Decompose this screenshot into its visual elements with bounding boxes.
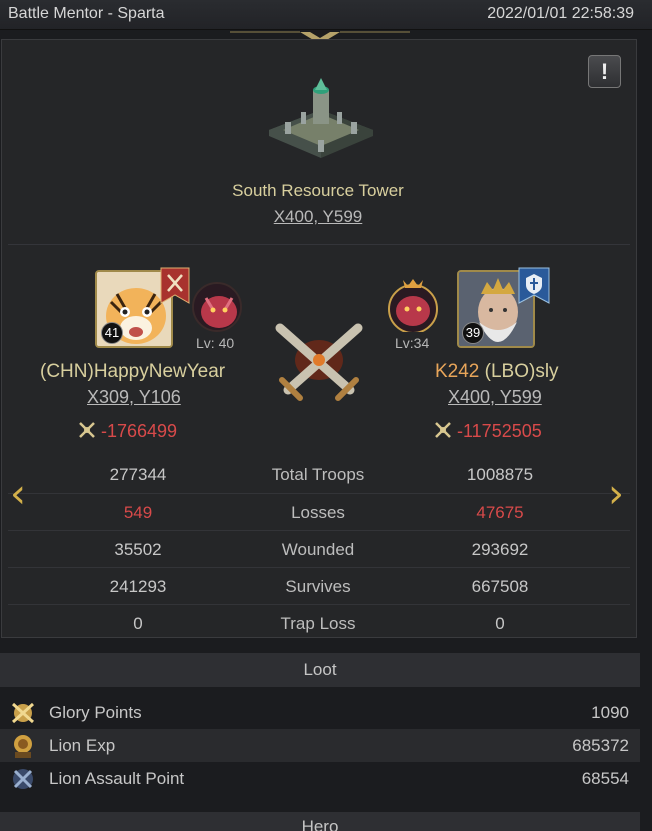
stat-label: Wounded (281, 540, 355, 559)
title-bar: Battle Mentor - Sparta 2022/01/01 22:58:… (0, 0, 652, 44)
defender-dragon-icon (388, 279, 438, 332)
stat-label: Losses (291, 503, 345, 522)
stat-label: Total Troops (271, 465, 365, 484)
lion-assault-icon (13, 769, 33, 789)
attacker-level-badge: 41 (101, 322, 123, 344)
attacker-dragon-icon (192, 282, 242, 332)
location-coordinates-link[interactable]: X400, Y599 (274, 207, 363, 226)
defender-stat-value: 47675 (476, 503, 524, 522)
loot-item-lion-assault-point: Lion Assault Point 68554 (0, 762, 640, 795)
defender-level-badge: 39 (462, 322, 484, 344)
defender-stat-value: 0 (495, 614, 505, 633)
loot-item-value: 685372 (572, 736, 629, 755)
location-name: South Resource Tower (232, 181, 404, 200)
crossed-swords-icon (435, 422, 451, 438)
loot-item-lion-exp: Lion Exp 685372 (0, 729, 640, 762)
loot-section-header: Loot (0, 653, 640, 687)
attacker-stat-value: 277344 (109, 465, 167, 484)
location-coordinates-container: X400, Y599 (0, 207, 636, 227)
stat-label: Trap Loss (280, 614, 356, 633)
defender-stat-value: 1008875 (466, 465, 534, 484)
defender-name-text: (LBO)sly (479, 361, 559, 382)
resource-tower-icon (269, 78, 373, 158)
stat-row-total-troops: 277344 Total Troops 1008875 (8, 456, 630, 493)
stat-row-wounded: 35502 Wounded 293692 (8, 530, 630, 567)
loot-item-name: Glory Points (49, 703, 142, 722)
divider (8, 244, 630, 245)
defender-kingdom-tag: K242 (435, 361, 480, 382)
defender-power: -11752505 (433, 420, 542, 442)
stat-row-trap-loss: 0 Trap Loss 0 (8, 604, 630, 641)
loot-item-name: Lion Exp (49, 736, 116, 755)
attacker-stat-value: 241293 (109, 577, 167, 596)
attacker-power: -1766499 (77, 420, 177, 442)
attacker-stat-value: 549 (123, 503, 153, 522)
attacker-stat-value: 0 (133, 614, 143, 633)
attacker-stat-value: 35502 (114, 540, 162, 559)
loot-item-value: 1090 (591, 703, 629, 722)
stat-row-losses: 549 Losses 47675 (8, 493, 630, 530)
attacker-coordinates-link[interactable]: X309, Y106 (87, 387, 181, 408)
glory-points-icon (11, 702, 35, 724)
defender-coordinates-link[interactable]: X400, Y599 (448, 387, 542, 408)
battle-datetime: 2022/01/01 22:58:39 (487, 5, 634, 22)
defender-name[interactable]: K242 (LBO)sly (435, 361, 559, 383)
loot-item-glory-points: Glory Points 1090 (0, 696, 640, 729)
defender-power-value: -11752505 (457, 421, 542, 441)
stat-label: Survives (285, 577, 351, 596)
loot-item-value: 68554 (581, 769, 629, 788)
previous-report-button[interactable]: ‹ (10, 474, 26, 514)
battle-crossed-swords-icon (275, 323, 363, 401)
attack-flag-icon (160, 267, 190, 304)
defender-dragon-level: Lv:34 (395, 335, 430, 351)
defender-stat-value: 667508 (471, 577, 529, 596)
next-report-button[interactable]: › (608, 474, 624, 514)
alert-button[interactable]: ! (588, 55, 621, 88)
lion-exp-icon (14, 735, 32, 758)
crossed-swords-icon (79, 422, 95, 438)
defense-shield-flag-icon (518, 267, 550, 304)
hero-section-header: Hero (0, 812, 640, 831)
loot-item-name: Lion Assault Point (49, 769, 185, 788)
attacker-dragon-level: Lv: 40 (196, 335, 235, 351)
defender-stat-value: 293692 (471, 540, 529, 559)
attacker-name[interactable]: (CHN)HappyNewYear (40, 361, 225, 383)
window-title: Battle Mentor - Sparta (8, 5, 165, 22)
stat-row-survives: 241293 Survives 667508 (8, 567, 630, 604)
attacker-power-value: -1766499 (101, 421, 178, 441)
